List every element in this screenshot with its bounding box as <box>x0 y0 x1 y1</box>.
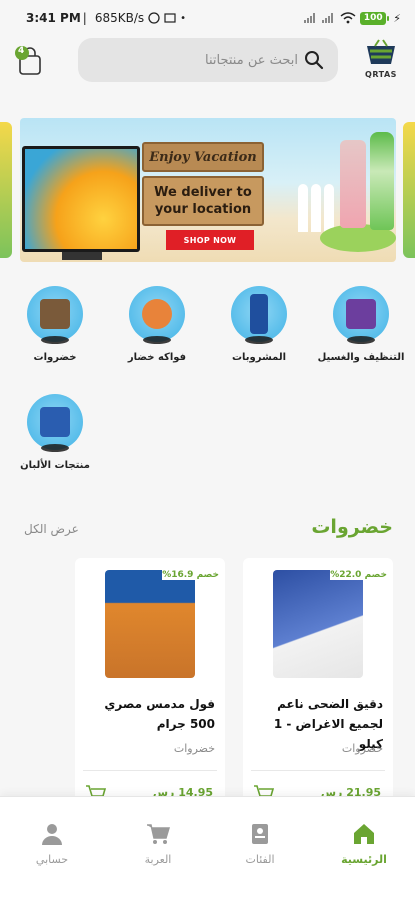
category-label: المشروبات <box>231 352 287 363</box>
signal-icon-2 <box>322 13 336 23</box>
nav-label: حسابي <box>35 853 69 866</box>
status-bar: 3:41 PM | 685KB/s • 100 ⚡ <box>26 11 401 25</box>
soda-bottle-image <box>370 132 394 230</box>
discount-badge: خصم 22.0% <box>330 570 387 580</box>
product-name: فول مدمس مصري 500 جرام <box>104 697 215 731</box>
product-bottle-image <box>340 140 366 228</box>
category-label: منتجات الألبان <box>20 460 90 471</box>
category-image <box>40 299 70 329</box>
status-time: 3:41 PM <box>26 11 81 25</box>
nav-categories[interactable]: الفئات <box>215 821 305 866</box>
banner-headline: Enjoy Vacation <box>142 142 264 172</box>
cart-badge: 4 <box>18 46 25 56</box>
banner-sign: Enjoy Vacation We deliver to your locati… <box>142 142 264 228</box>
section-title: خضروات <box>311 516 393 538</box>
banner-line-1: We deliver to <box>154 185 252 200</box>
product-category: خضروات <box>173 742 215 755</box>
category-dairy[interactable]: منتجات الألبان <box>7 394 103 471</box>
section-header: خضروات عرض الكل <box>0 516 415 546</box>
discount-badge: خصم 16.9% <box>162 570 219 580</box>
product-card[interactable]: خصم 16.9% فول مدمس مصري 500 جرام خضروات … <box>75 558 225 808</box>
product-category: خضروات <box>341 742 383 755</box>
charging-icon: ⚡ <box>393 11 401 25</box>
search-input[interactable] <box>92 52 298 68</box>
battery-icon: 100 <box>360 11 390 25</box>
product-image <box>105 570 195 678</box>
search-bar[interactable] <box>78 38 338 82</box>
wifi-icon <box>340 12 356 24</box>
carousel-next-peek[interactable] <box>403 122 415 258</box>
category-cleaning[interactable]: التنظيف والغسيل <box>313 286 409 363</box>
categories-icon <box>252 824 268 844</box>
signal-icon <box>304 13 318 23</box>
logo-cart-icon <box>367 39 395 64</box>
promo-carousel[interactable]: Enjoy Vacation We deliver to your locati… <box>0 118 415 262</box>
nav-account[interactable]: حسابي <box>7 821 97 866</box>
search-icon[interactable] <box>304 50 324 70</box>
cart-icon <box>147 824 171 844</box>
brand-logo[interactable]: QRTAS <box>359 38 403 84</box>
category-vegetables[interactable]: خضروات <box>7 286 103 363</box>
banner-line-2: your location <box>154 202 252 217</box>
home-icon <box>354 824 374 844</box>
category-fruits-vegetables[interactable]: فواكه خضار <box>109 286 205 363</box>
gallery-icon <box>164 13 176 23</box>
category-label: التنظيف والغسيل <box>317 352 405 363</box>
product-card[interactable]: خصم 22.0% دقيق الضحى ناعم لجميع الاغراض … <box>243 558 393 808</box>
network-speed: 685KB/s <box>94 11 145 25</box>
nav-label: الرئيسية <box>341 853 387 866</box>
category-image <box>142 299 172 329</box>
product-image <box>273 570 363 678</box>
category-beverages[interactable]: المشروبات <box>211 286 307 363</box>
category-image <box>250 294 268 334</box>
bottom-navigation: الرئيسية الفئات العربة حسابي <box>0 796 415 900</box>
shop-now-button[interactable]: SHOP NOW <box>166 230 254 250</box>
app-header: 4 QRTAS <box>0 38 415 84</box>
category-label: فواكه خضار <box>127 352 187 363</box>
category-image <box>40 407 70 437</box>
carousel-prev-peek[interactable] <box>0 122 12 258</box>
account-icon <box>42 824 62 845</box>
fence-image <box>298 184 344 232</box>
tv-image <box>22 146 140 260</box>
category-label: خضروات <box>33 352 77 363</box>
whatsapp-icon <box>148 12 160 24</box>
category-grid: خضروات فواكه خضار المشروبات التنظيف والغ… <box>0 286 415 486</box>
brand-name: QRTAS <box>365 70 397 79</box>
view-all-link[interactable]: عرض الكل <box>24 522 79 536</box>
nav-cart[interactable]: العربة <box>113 821 203 866</box>
category-image <box>346 299 376 329</box>
nav-label: العربة <box>144 853 172 866</box>
dot-icon: • <box>180 12 187 24</box>
nav-home[interactable]: الرئيسية <box>319 821 409 866</box>
cart-shortcut-button[interactable]: 4 <box>14 44 44 78</box>
promo-banner[interactable]: Enjoy Vacation We deliver to your locati… <box>20 118 396 262</box>
nav-label: الفئات <box>245 853 275 866</box>
